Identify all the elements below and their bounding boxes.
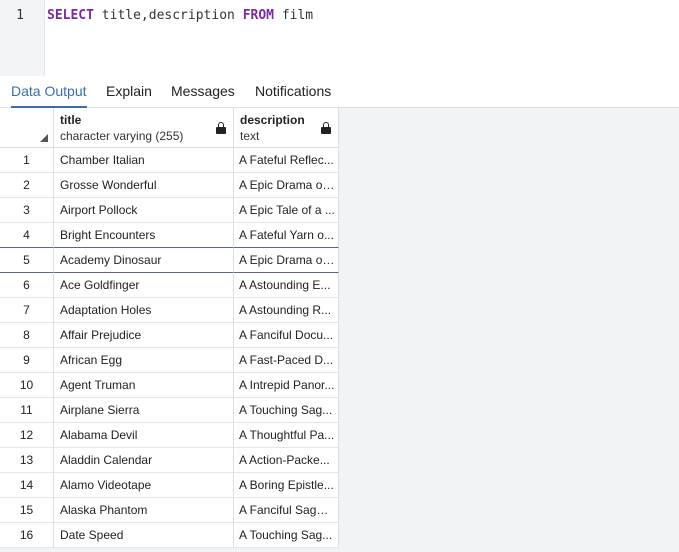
title-cell[interactable]: Chamber Italian (54, 148, 234, 173)
tab-messages[interactable]: Messages (171, 76, 235, 107)
description-cell[interactable]: A Touching Sag... (234, 523, 339, 548)
select-all-icon (40, 134, 48, 142)
select-all-corner[interactable] (0, 108, 54, 148)
row-number-cell[interactable]: 15 (0, 498, 54, 523)
description-cell[interactable]: A Fanciful Docu... (234, 323, 339, 348)
row-number-cell[interactable]: 10 (0, 373, 54, 398)
table-row[interactable]: 1 Chamber Italian A Fateful Reflec... (0, 148, 339, 173)
table-row[interactable]: 5 Academy Dinosaur A Epic Drama of... (0, 248, 339, 273)
title-cell[interactable]: Ace Goldfinger (54, 273, 234, 298)
table-row[interactable]: 7 Adaptation Holes A Astounding R... (0, 298, 339, 323)
row-number-cell[interactable]: 2 (0, 173, 54, 198)
title-cell[interactable]: Adaptation Holes (54, 298, 234, 323)
table-row[interactable]: 11 Airplane Sierra A Touching Sag... (0, 398, 339, 423)
tab-data-output[interactable]: Data Output (11, 76, 87, 108)
table-row[interactable]: 15 Alaska Phantom A Fanciful Saga ... (0, 498, 339, 523)
table-row[interactable]: 6 Ace Goldfinger A Astounding E... (0, 273, 339, 298)
table-row[interactable]: 16 Date Speed A Touching Sag... (0, 523, 339, 548)
row-number-cell[interactable]: 6 (0, 273, 54, 298)
table-row[interactable]: 9 African Egg A Fast-Paced D... (0, 348, 339, 373)
row-number-cell[interactable]: 4 (0, 223, 54, 248)
description-cell[interactable]: A Epic Drama of... (234, 248, 339, 273)
sql-keyword-from: FROM (242, 8, 274, 23)
lock-icon (321, 122, 331, 134)
table-row[interactable]: 14 Alamo Videotape A Boring Epistle... (0, 473, 339, 498)
title-cell[interactable]: Affair Prejudice (54, 323, 234, 348)
row-number-cell[interactable]: 12 (0, 423, 54, 448)
title-cell[interactable]: Date Speed (54, 523, 234, 548)
description-cell[interactable]: A Fateful Reflec... (234, 148, 339, 173)
row-number-cell[interactable]: 5 (0, 248, 54, 273)
column-name: title (60, 113, 82, 127)
sql-code-line[interactable]: SELECT title,description FROM film (47, 8, 313, 23)
row-number-cell[interactable]: 9 (0, 348, 54, 373)
description-cell[interactable]: A Epic Drama of... (234, 173, 339, 198)
column-header-description[interactable]: description text (234, 108, 339, 148)
title-cell[interactable]: Agent Truman (54, 373, 234, 398)
table-row[interactable]: 12 Alabama Devil A Thoughtful Pa... (0, 423, 339, 448)
description-cell[interactable]: A Thoughtful Pa... (234, 423, 339, 448)
result-grid: title character varying (255) descriptio… (0, 108, 679, 552)
column-header-title[interactable]: title character varying (255) (54, 108, 234, 148)
sql-columns: title,description (93, 8, 243, 23)
results-tab-bar: Data Output Explain Messages Notificatio… (0, 76, 679, 108)
row-number-cell[interactable]: 13 (0, 448, 54, 473)
title-cell[interactable]: Airplane Sierra (54, 398, 234, 423)
row-number-cell[interactable]: 16 (0, 523, 54, 548)
description-cell[interactable]: A Astounding E... (234, 273, 339, 298)
column-type: character varying (255) (60, 129, 184, 143)
sql-table-name: film (274, 8, 314, 23)
description-cell[interactable]: A Intrepid Panor... (234, 373, 339, 398)
table-row[interactable]: 8 Affair Prejudice A Fanciful Docu... (0, 323, 339, 348)
row-number-cell[interactable]: 1 (0, 148, 54, 173)
row-number-cell[interactable]: 11 (0, 398, 54, 423)
title-cell[interactable]: African Egg (54, 348, 234, 373)
table-row[interactable]: 10 Agent Truman A Intrepid Panor... (0, 373, 339, 398)
sql-keyword-select: SELECT (47, 8, 94, 23)
title-cell[interactable]: Alaska Phantom (54, 498, 234, 523)
row-number-cell[interactable]: 7 (0, 298, 54, 323)
line-number: 1 (16, 8, 24, 23)
description-cell[interactable]: A Fateful Yarn o... (234, 223, 339, 248)
description-cell[interactable]: A Boring Epistle... (234, 473, 339, 498)
title-cell[interactable]: Grosse Wonderful (54, 173, 234, 198)
description-cell[interactable]: A Epic Tale of a ... (234, 198, 339, 223)
description-cell[interactable]: A Fanciful Saga ... (234, 498, 339, 523)
column-type: text (240, 129, 260, 143)
row-number-cell[interactable]: 8 (0, 323, 54, 348)
title-cell[interactable]: Academy Dinosaur (54, 248, 234, 273)
table-row[interactable]: 13 Aladdin Calendar A Action-Packe... (0, 448, 339, 473)
table-row[interactable]: 4 Bright Encounters A Fateful Yarn o... (0, 223, 339, 248)
description-cell[interactable]: A Fast-Paced D... (234, 348, 339, 373)
description-cell[interactable]: A Astounding R... (234, 298, 339, 323)
description-cell[interactable]: A Touching Sag... (234, 398, 339, 423)
title-cell[interactable]: Alabama Devil (54, 423, 234, 448)
title-cell[interactable]: Airport Pollock (54, 198, 234, 223)
lock-icon (216, 122, 226, 134)
column-name: description (240, 113, 305, 127)
description-cell[interactable]: A Action-Packe... (234, 448, 339, 473)
editor-gutter: 1 (0, 0, 45, 76)
query-editor[interactable]: 1 SELECT title,description FROM film (0, 0, 679, 77)
row-number-cell[interactable]: 3 (0, 198, 54, 223)
tab-notifications[interactable]: Notifications (255, 76, 331, 107)
table-row[interactable]: 2 Grosse Wonderful A Epic Drama of... (0, 173, 339, 198)
table-row[interactable]: 3 Airport Pollock A Epic Tale of a ... (0, 198, 339, 223)
title-cell[interactable]: Bright Encounters (54, 223, 234, 248)
tab-explain[interactable]: Explain (106, 76, 152, 107)
row-number-cell[interactable]: 14 (0, 473, 54, 498)
title-cell[interactable]: Aladdin Calendar (54, 448, 234, 473)
title-cell[interactable]: Alamo Videotape (54, 473, 234, 498)
